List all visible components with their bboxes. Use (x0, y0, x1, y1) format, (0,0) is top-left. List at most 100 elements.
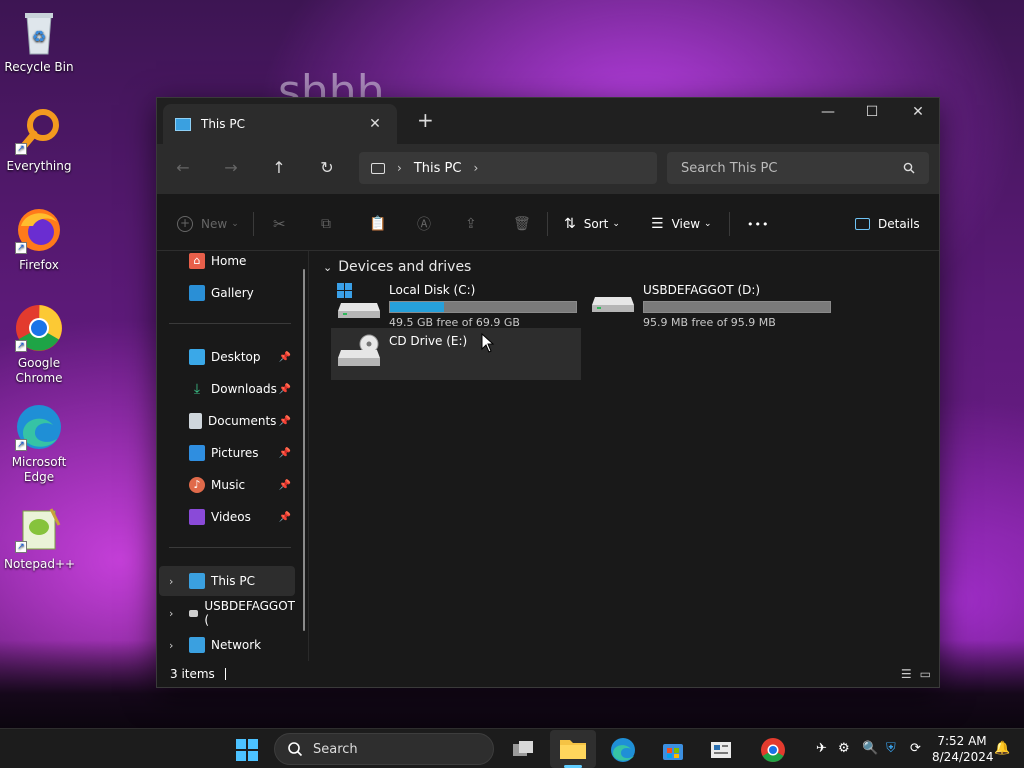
sort-button[interactable]: ⇅ Sort ⌄ (564, 212, 620, 236)
sidebar-item-home[interactable]: ⌂ Home (159, 246, 295, 276)
close-window-button[interactable]: ✕ (895, 98, 941, 128)
task-view-button[interactable] (508, 735, 538, 765)
navigation-pane: ⌂ Home Gallery Desktop 📌 ⤓ Downloads 📌 D… (157, 251, 309, 661)
sidebar-item-pictures[interactable]: Pictures 📌 (159, 438, 295, 468)
desktop-icon-firefox[interactable]: ↗ Firefox (4, 206, 74, 273)
toolbar-divider (729, 212, 730, 236)
sidebar-item-usb-drive[interactable]: › USBDEFAGGOT ( (159, 598, 295, 628)
taskbar-chrome[interactable] (758, 735, 788, 765)
tray-wifi-off-icon[interactable]: ✈ (816, 741, 827, 756)
desktop-icon-everything[interactable]: ↗ Everything (4, 107, 74, 174)
desktop-icon-label: Google Chrome (15, 356, 63, 385)
search-box[interactable]: Search This PC (667, 152, 929, 184)
close-tab-icon[interactable]: ✕ (365, 116, 385, 132)
sidebar-item-label: Desktop (211, 350, 261, 364)
shortcut-arrow-icon: ↗ (15, 340, 27, 352)
taskbar: Search ✈ ⚙ 🔍 ⛨ ⟳ 7:52 AM 8/24/2024 🔔 (0, 728, 1024, 768)
sidebar-item-videos[interactable]: Videos 📌 (159, 502, 295, 532)
store-icon (663, 744, 683, 760)
this-pc-icon (175, 117, 191, 131)
tray-settings-icon[interactable]: ⚙ (838, 741, 850, 756)
system-clock[interactable]: 7:52 AM 8/24/2024 (932, 733, 994, 765)
sidebar-item-label: Gallery (211, 286, 254, 300)
pin-icon: 📌 (278, 479, 291, 491)
drive-local-disk-c[interactable]: Local Disk (C:) 49.5 GB free of 69.9 GB (331, 277, 581, 329)
up-button[interactable]: ↑ (267, 156, 291, 180)
pin-icon: 📌 (278, 415, 291, 427)
sidebar-item-downloads[interactable]: ⤓ Downloads 📌 (159, 374, 295, 404)
minimize-button[interactable]: — (805, 98, 851, 128)
windows-logo-icon (236, 739, 258, 761)
taskbar-news[interactable] (706, 735, 736, 765)
drive-usb-d[interactable]: USBDEFAGGOT (D:) 95.9 MB free of 95.9 MB (585, 277, 835, 329)
devices-group-header[interactable]: ⌄ Devices and drives (323, 259, 471, 275)
address-bar[interactable]: › This PC › (359, 152, 657, 184)
taskbar-edge[interactable] (608, 735, 638, 765)
plus-circle-icon: + (177, 216, 193, 232)
drive-cd-e[interactable]: CD Drive (E:) (331, 328, 581, 380)
sidebar-item-gallery[interactable]: Gallery (159, 278, 295, 308)
desktop-icon-google-chrome[interactable]: ↗ Google Chrome (4, 304, 74, 386)
view-button[interactable]: ☰ View ⌄ (651, 212, 712, 236)
shortcut-arrow-icon: ↗ (15, 143, 27, 155)
cut-icon[interactable]: ✂ (273, 212, 286, 236)
forward-button[interactable]: → (219, 156, 243, 180)
desktop-folder-icon (189, 349, 205, 365)
breadcrumb-separator[interactable]: › (473, 161, 478, 175)
share-icon[interactable]: ⇪ (465, 212, 477, 236)
sidebar-item-music[interactable]: ♪ Music 📌 (159, 470, 295, 500)
downloads-icon: ⤓ (193, 381, 201, 397)
drive-usage-fill (390, 302, 444, 312)
chrome-icon (761, 738, 785, 763)
desktop-icon-recycle-bin[interactable]: ♻ Recycle Bin (4, 8, 74, 75)
sidebar-item-desktop[interactable]: Desktop 📌 (159, 342, 295, 372)
home-icon: ⌂ (189, 253, 205, 269)
chevron-right-icon[interactable]: › (169, 575, 173, 588)
search-input[interactable]: Search This PC (681, 161, 903, 176)
delete-icon[interactable]: 🗑 (513, 212, 531, 236)
taskbar-file-explorer[interactable] (550, 730, 596, 768)
desktop-icon-microsoft-edge[interactable]: ↗ Microsoft Edge (4, 403, 74, 485)
taskbar-search[interactable]: Search (274, 733, 494, 765)
chevron-right-icon[interactable]: › (169, 607, 173, 620)
svg-text:♻: ♻ (32, 27, 46, 46)
more-options-button[interactable]: ••• (747, 212, 769, 236)
notification-bell-icon[interactable]: 🔔 (994, 741, 1010, 756)
drive-free-space: 95.9 MB free of 95.9 MB (643, 316, 776, 329)
chevron-down-icon: ⌄ (612, 219, 620, 229)
tab-this-pc[interactable]: This PC ✕ (163, 104, 397, 144)
breadcrumb-separator: › (397, 161, 402, 175)
maximize-button[interactable]: ☐ (849, 98, 895, 128)
chevron-down-icon: ⌄ (231, 219, 239, 229)
tiles-view-icon[interactable]: ▭ (920, 667, 931, 681)
back-button[interactable]: ← (171, 156, 195, 180)
new-tab-button[interactable]: + (417, 108, 434, 132)
tray-sync-icon[interactable]: ⟳ (910, 741, 921, 756)
title-bar: This PC ✕ + — ☐ ✕ (157, 98, 939, 144)
tray-everything-icon[interactable]: 🔍 (862, 741, 878, 756)
taskbar-microsoft-store[interactable] (658, 735, 688, 765)
sidebar-item-this-pc[interactable]: › This PC (159, 566, 295, 596)
pin-icon: 📌 (278, 447, 291, 459)
details-view-icon[interactable]: ☰ (901, 667, 912, 681)
sidebar-item-label: Home (211, 254, 247, 268)
refresh-button[interactable]: ↻ (315, 156, 339, 180)
cd-drive-icon (337, 334, 381, 370)
drive-icon (591, 283, 635, 319)
sidebar-item-documents[interactable]: Documents 📌 (159, 406, 295, 436)
videos-icon (189, 509, 205, 525)
start-button[interactable] (232, 735, 262, 765)
navigation-pane-scrollbar[interactable] (303, 269, 305, 631)
paste-icon[interactable]: 📋 (369, 212, 386, 236)
breadcrumb-this-pc[interactable]: This PC (414, 161, 462, 176)
rename-icon[interactable]: Ⓐ (417, 212, 431, 236)
drive-icon (189, 609, 199, 617)
new-button[interactable]: + New ⌄ (177, 212, 239, 236)
copy-icon[interactable]: ⧉ (321, 212, 331, 236)
view-label: View (671, 217, 701, 231)
tray-security-icon[interactable]: ⛨ (886, 741, 896, 756)
desktop-icon-notepad-plus-plus[interactable]: ↗ Notepad++ (4, 505, 75, 572)
details-button[interactable]: Details (855, 212, 920, 236)
sidebar-item-network[interactable]: › Network (159, 630, 295, 660)
chevron-right-icon[interactable]: › (169, 639, 173, 652)
